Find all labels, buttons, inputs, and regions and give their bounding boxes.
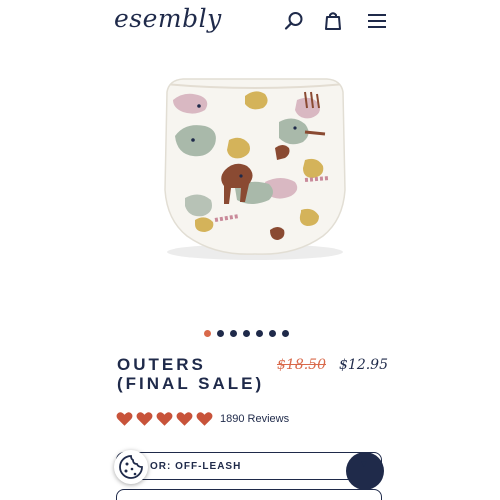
carousel-dot[interactable] bbox=[282, 330, 289, 337]
brand-logo[interactable]: esembly bbox=[114, 4, 222, 33]
product-image[interactable] bbox=[155, 70, 355, 266]
heart-icon bbox=[196, 412, 213, 426]
product-page: esembly OUTERS (FINAL SALE) $18.50 $12.9… bbox=[100, 0, 400, 500]
carousel-dot[interactable] bbox=[217, 330, 224, 337]
heart-icon bbox=[116, 412, 133, 426]
search-icon[interactable] bbox=[283, 10, 305, 32]
menu-icon[interactable] bbox=[366, 10, 388, 32]
heart-icon bbox=[176, 412, 193, 426]
rating[interactable]: 1890 Reviews bbox=[116, 411, 289, 427]
size-select[interactable] bbox=[116, 489, 382, 500]
carousel-dot[interactable] bbox=[256, 330, 263, 337]
cookie-icon bbox=[119, 455, 143, 479]
image-carousel-dots[interactable] bbox=[204, 330, 289, 338]
header: esembly bbox=[100, 0, 400, 44]
sale-price: $12.95 bbox=[339, 357, 388, 373]
original-price: $18.50 bbox=[277, 357, 326, 373]
bag-icon[interactable] bbox=[322, 10, 344, 32]
color-select-label: OR: OFF-LEASH bbox=[150, 461, 242, 472]
carousel-dot[interactable] bbox=[243, 330, 250, 337]
product-title: OUTERS (FINAL SALE) bbox=[117, 355, 264, 393]
product-title-line-2: (FINAL SALE) bbox=[117, 374, 265, 393]
product-title-line-1: OUTERS bbox=[117, 355, 206, 374]
heart-icon bbox=[156, 412, 173, 426]
chevron-down-icon[interactable]: ▼ bbox=[359, 459, 388, 470]
carousel-dot[interactable] bbox=[230, 330, 237, 337]
chat-button[interactable] bbox=[346, 452, 384, 490]
reviews-link[interactable]: 1890 Reviews bbox=[220, 413, 289, 425]
heart-icon bbox=[136, 412, 153, 426]
cookie-settings-button[interactable] bbox=[114, 450, 148, 484]
color-select[interactable]: OR: OFF-LEASH bbox=[116, 452, 382, 480]
carousel-dot[interactable] bbox=[269, 330, 276, 337]
carousel-dot[interactable] bbox=[204, 330, 211, 337]
